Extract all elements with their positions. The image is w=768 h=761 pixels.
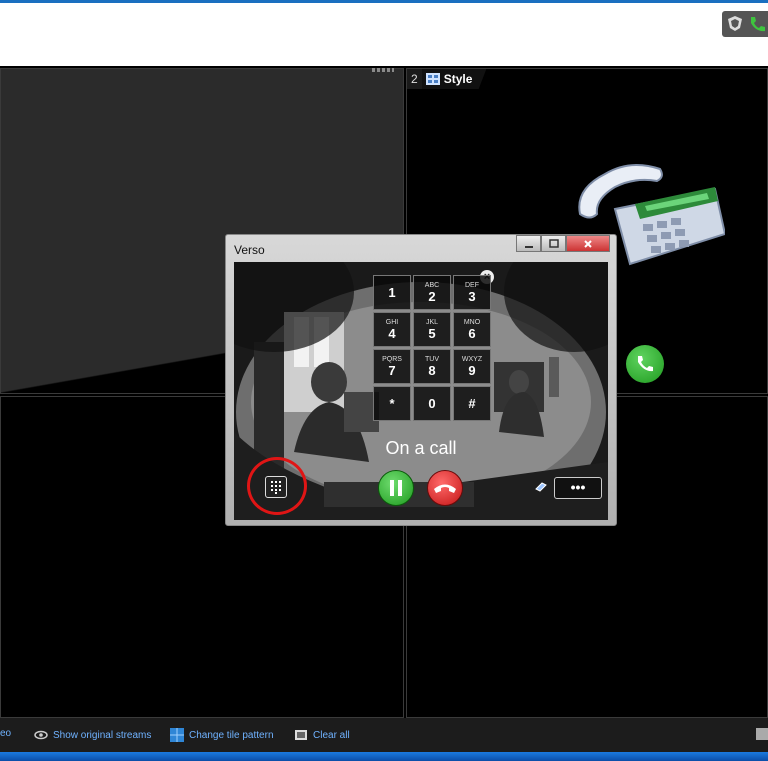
hangup-button[interactable]	[427, 470, 463, 506]
maximize-button[interactable]	[541, 235, 566, 252]
tile-pattern-icon	[170, 728, 184, 742]
key-9[interactable]: WXYZ 9	[453, 349, 491, 384]
corner-icon[interactable]	[756, 728, 768, 740]
tile-header: 2 Style	[407, 69, 487, 89]
minimize-icon	[524, 245, 533, 248]
key-4[interactable]: GHI 4	[373, 312, 411, 347]
camera-list-icon	[425, 73, 440, 85]
window-controls	[516, 235, 610, 252]
close-icon	[584, 239, 592, 248]
keypad-toggle-button[interactable]	[265, 476, 287, 498]
hangup-icon	[434, 484, 456, 493]
key-3[interactable]: DEF 3	[453, 275, 491, 310]
change-tile-pattern-button[interactable]: Change tile pattern	[170, 728, 274, 742]
clear-all-icon	[295, 730, 307, 740]
dial-keypad: 1 ABC 2 DEF 3 GHI 4 JKL 5 MNO 6 PQRS 7 TUV 8 WX…	[373, 275, 491, 421]
call-status-text: On a call	[385, 438, 457, 458]
verso-call-dialog: Verso 1 ABC 2 DEF 3 GHI 4 JKL 5 MNO 6 PQ…	[225, 234, 617, 526]
key-5[interactable]: JKL 5	[413, 312, 451, 347]
video-button[interactable]: eo	[0, 728, 11, 739]
top-toolbar	[0, 0, 768, 66]
eye-icon	[34, 730, 48, 740]
show-original-streams-label: Show original streams	[53, 729, 152, 741]
maximize-icon	[548, 239, 559, 248]
key-8[interactable]: TUV 8	[413, 349, 451, 384]
clear-all-button[interactable]: Clear all	[294, 728, 350, 742]
drag-handle[interactable]	[372, 68, 394, 72]
show-original-streams-button[interactable]: Show original streams	[34, 728, 151, 742]
close-button[interactable]	[566, 235, 610, 252]
tile-name: Style	[443, 72, 473, 86]
key-hash[interactable]: #	[453, 386, 491, 421]
dialog-title: Verso	[234, 243, 265, 257]
key-star[interactable]: *	[373, 386, 411, 421]
minimize-button[interactable]	[516, 235, 541, 252]
keypad-icon	[271, 481, 281, 494]
clear-all-label: Clear all	[313, 729, 350, 741]
tile-name-tab[interactable]: Style	[421, 69, 487, 89]
key-2[interactable]: ABC 2	[413, 275, 451, 310]
key-7[interactable]: PQRS 7	[373, 349, 411, 384]
key-6[interactable]: MNO 6	[453, 312, 491, 347]
phone-status-icon[interactable]	[748, 15, 766, 33]
shield-icon[interactable]	[728, 16, 742, 31]
key-1[interactable]: 1	[373, 275, 411, 310]
change-tile-pattern-label: Change tile pattern	[189, 729, 274, 741]
video-label: eo	[0, 728, 12, 739]
tile-number: 2	[407, 69, 422, 89]
camera-video: × 1 ABC2 DEF3 GHI4 JKL5 MNO6 PQRS7 TUV8 …	[234, 262, 608, 520]
key-0[interactable]: 0	[413, 386, 451, 421]
more-options-button[interactable]: •••	[554, 477, 602, 499]
camera-switch-icon[interactable]	[534, 481, 548, 493]
pause-icon	[390, 480, 402, 496]
answer-call-icon[interactable]	[626, 345, 664, 383]
tray-icons	[722, 11, 768, 37]
taskbar-edge	[0, 752, 768, 761]
status-bar: eo Show original streams Change tile pat…	[0, 718, 768, 752]
hold-button[interactable]	[378, 470, 414, 506]
